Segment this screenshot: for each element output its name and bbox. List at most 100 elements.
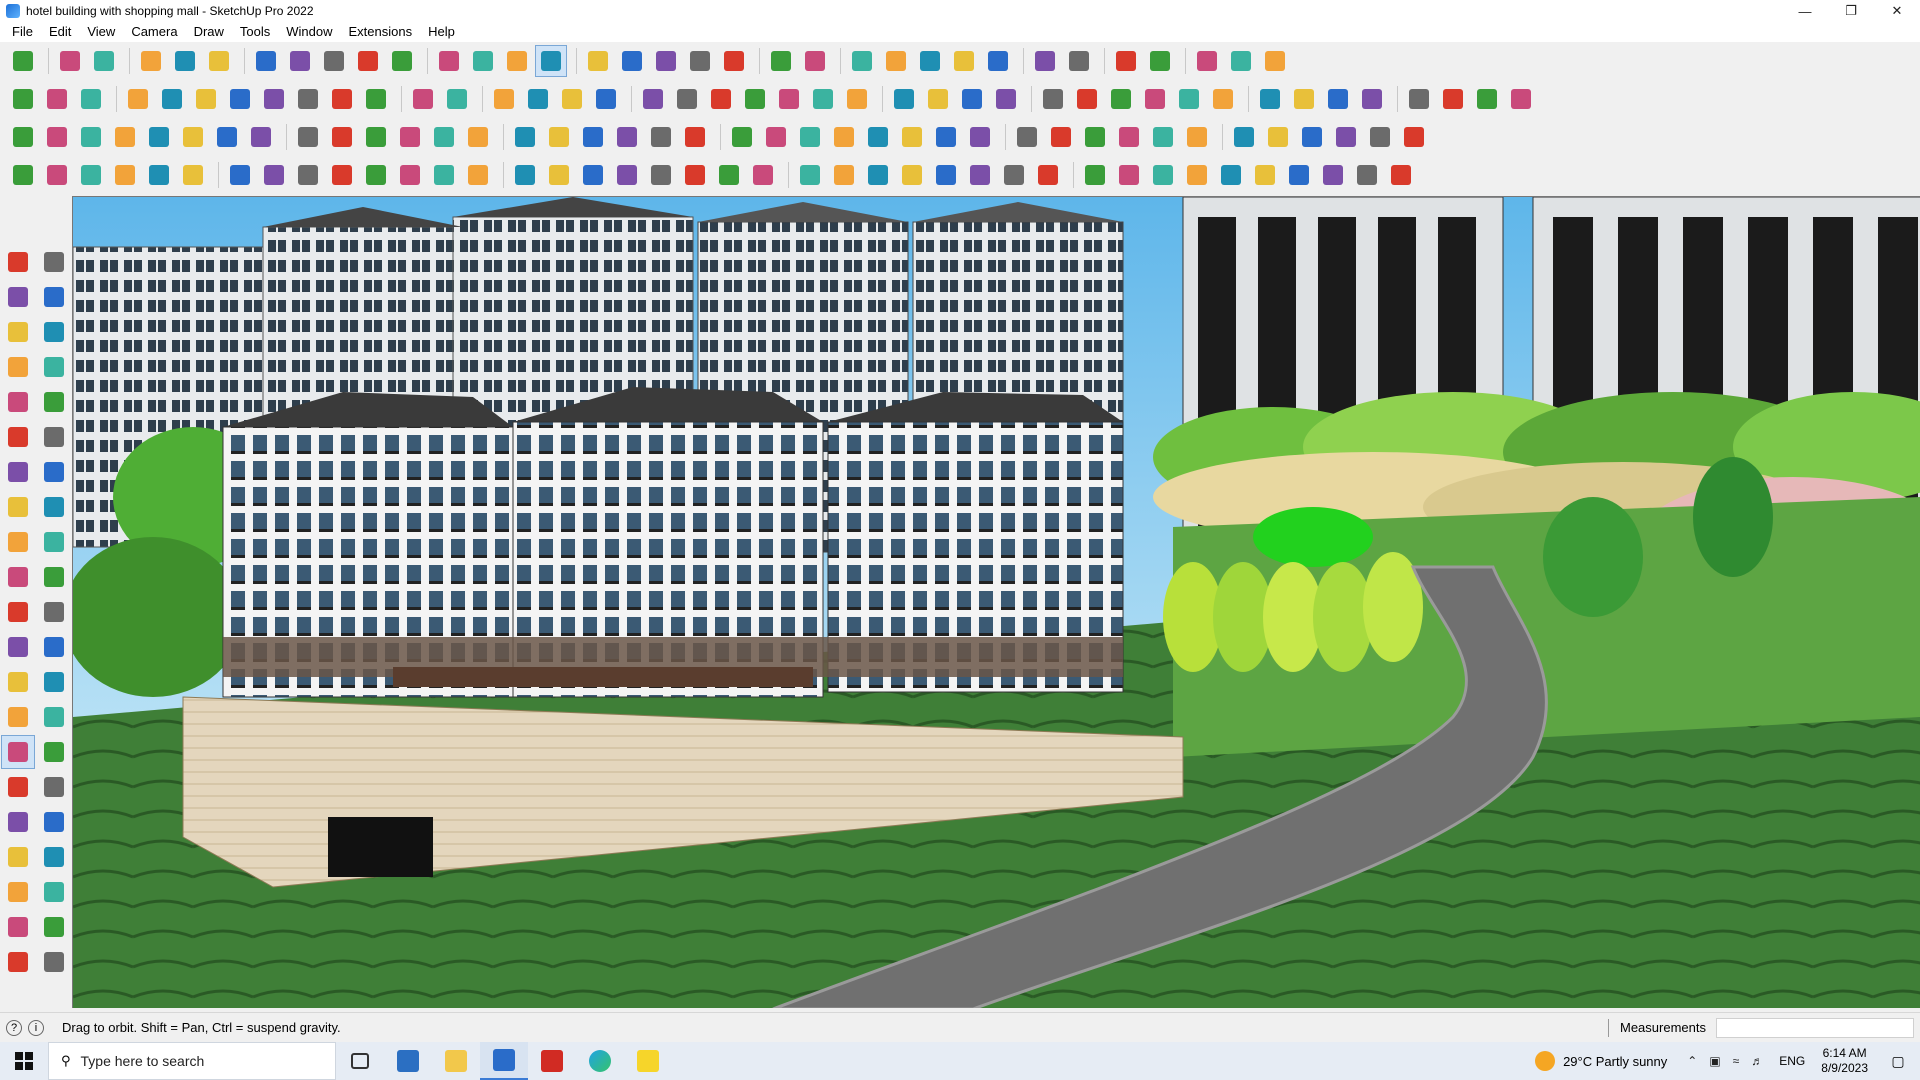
tb3-tool-icon[interactable] xyxy=(578,122,608,152)
tb2-tool-icon[interactable] xyxy=(1357,84,1387,114)
tb1-tool-icon[interactable] xyxy=(434,46,464,76)
tb2-tool-icon[interactable] xyxy=(1472,84,1502,114)
tb3-tool-icon[interactable] xyxy=(1148,122,1178,152)
wifi-icon[interactable]: ≈ xyxy=(1733,1054,1740,1068)
task-view-button[interactable] xyxy=(336,1042,384,1080)
tb2-tool-icon[interactable] xyxy=(591,84,621,114)
tb4-tool-icon[interactable] xyxy=(1114,160,1144,190)
tb2-tool-icon[interactable] xyxy=(1106,84,1136,114)
menu-file[interactable]: File xyxy=(4,22,41,42)
large-tool-icon[interactable] xyxy=(2,806,34,838)
tb1-tool-icon[interactable] xyxy=(719,46,749,76)
tb2-tool-icon[interactable] xyxy=(408,84,438,114)
tb4-tool-icon[interactable] xyxy=(612,160,642,190)
large-tool-icon[interactable] xyxy=(2,386,34,418)
tb4-tool-icon[interactable] xyxy=(1250,160,1280,190)
large-tool-icon[interactable] xyxy=(2,876,34,908)
large-tool-icon[interactable] xyxy=(38,246,70,278)
tb3-tool-icon[interactable] xyxy=(510,122,540,152)
tb1-tool-icon[interactable] xyxy=(766,46,796,76)
tb1-tool-icon[interactable] xyxy=(136,46,166,76)
close-button[interactable]: ✕ xyxy=(1874,0,1920,22)
tb4-tool-icon[interactable] xyxy=(1318,160,1348,190)
tb2-tool-icon[interactable] xyxy=(1038,84,1068,114)
large-tool-icon[interactable] xyxy=(1,735,35,769)
large-tool-icon[interactable] xyxy=(2,771,34,803)
tb4-tool-icon[interactable] xyxy=(1216,160,1246,190)
chevron-up-icon[interactable]: ⌃ xyxy=(1687,1054,1697,1068)
large-tool-icon[interactable] xyxy=(38,491,70,523)
taskbar-search-box[interactable]: ⚲ Type here to search xyxy=(48,1042,336,1080)
tb1-tool-icon[interactable] xyxy=(55,46,85,76)
tb4-tool-icon[interactable] xyxy=(795,160,825,190)
tb4-tool-icon[interactable] xyxy=(510,160,540,190)
tb2-tool-icon[interactable] xyxy=(991,84,1021,114)
large-tool-icon[interactable] xyxy=(38,386,70,418)
tb4-tool-icon[interactable] xyxy=(76,160,106,190)
tb4-tool-icon[interactable] xyxy=(395,160,425,190)
tb4-tool-icon[interactable] xyxy=(829,160,859,190)
acrobat-app[interactable] xyxy=(528,1042,576,1080)
tb4-tool-icon[interactable] xyxy=(463,160,493,190)
tb4-tool-icon[interactable] xyxy=(259,160,289,190)
tb3-tool-icon[interactable] xyxy=(463,122,493,152)
menu-draw[interactable]: Draw xyxy=(186,22,232,42)
sticky-notes-app[interactable] xyxy=(624,1042,672,1080)
tb1-tool-icon[interactable] xyxy=(8,46,38,76)
tb1-tool-icon[interactable] xyxy=(387,46,417,76)
tb1-tool-icon[interactable] xyxy=(468,46,498,76)
tb4-tool-icon[interactable] xyxy=(110,160,140,190)
sketchup-app[interactable] xyxy=(480,1042,528,1080)
tb1-tool-icon[interactable] xyxy=(617,46,647,76)
tb2-tool-icon[interactable] xyxy=(672,84,702,114)
tb2-tool-icon[interactable] xyxy=(889,84,919,114)
tb3-tool-icon[interactable] xyxy=(76,122,106,152)
tb3-tool-icon[interactable] xyxy=(144,122,174,152)
tb3-tool-icon[interactable] xyxy=(897,122,927,152)
large-tool-icon[interactable] xyxy=(2,421,34,453)
tb3-tool-icon[interactable] xyxy=(429,122,459,152)
large-tool-icon[interactable] xyxy=(38,561,70,593)
large-tool-icon[interactable] xyxy=(2,631,34,663)
tb3-tool-icon[interactable] xyxy=(1297,122,1327,152)
tb2-tool-icon[interactable] xyxy=(1072,84,1102,114)
tb2-tool-icon[interactable] xyxy=(557,84,587,114)
tb1-tool-icon[interactable] xyxy=(651,46,681,76)
tb4-tool-icon[interactable] xyxy=(931,160,961,190)
tb1-tool-icon[interactable] xyxy=(170,46,200,76)
tb3-tool-icon[interactable] xyxy=(1399,122,1429,152)
weather-widget[interactable]: 29°C Partly sunny xyxy=(1535,1051,1667,1071)
large-tool-icon[interactable] xyxy=(2,351,34,383)
menu-camera[interactable]: Camera xyxy=(123,22,185,42)
tb2-tool-icon[interactable] xyxy=(638,84,668,114)
menu-window[interactable]: Window xyxy=(278,22,340,42)
tb1-tool-icon[interactable] xyxy=(847,46,877,76)
tb3-tool-icon[interactable] xyxy=(646,122,676,152)
tb1-tool-icon[interactable] xyxy=(1111,46,1141,76)
large-tool-icon[interactable] xyxy=(2,246,34,278)
tb3-tool-icon[interactable] xyxy=(863,122,893,152)
tb4-tool-icon[interactable] xyxy=(1182,160,1212,190)
tb1-tool-icon[interactable] xyxy=(915,46,945,76)
minimize-button[interactable]: — xyxy=(1782,0,1828,22)
tb4-tool-icon[interactable] xyxy=(544,160,574,190)
tb2-tool-icon[interactable] xyxy=(259,84,289,114)
tb1-tool-icon[interactable] xyxy=(204,46,234,76)
meet-now-icon[interactable]: ▣ xyxy=(1709,1054,1720,1068)
tb3-tool-icon[interactable] xyxy=(395,122,425,152)
start-button[interactable] xyxy=(0,1042,48,1080)
tb1-tool-icon[interactable] xyxy=(1192,46,1222,76)
restore-button[interactable]: ❐ xyxy=(1828,0,1874,22)
large-tool-icon[interactable] xyxy=(38,596,70,628)
tb4-tool-icon[interactable] xyxy=(1080,160,1110,190)
tb3-tool-icon[interactable] xyxy=(1229,122,1259,152)
tb2-tool-icon[interactable] xyxy=(42,84,72,114)
tb2-tool-icon[interactable] xyxy=(1323,84,1353,114)
tb1-tool-icon[interactable] xyxy=(583,46,613,76)
tb2-tool-icon[interactable] xyxy=(523,84,553,114)
language-indicator[interactable]: ENG xyxy=(1779,1054,1805,1068)
tb3-tool-icon[interactable] xyxy=(327,122,357,152)
info-icon[interactable]: i xyxy=(28,1019,44,1036)
tb3-tool-icon[interactable] xyxy=(1080,122,1110,152)
large-tool-icon[interactable] xyxy=(2,911,34,943)
